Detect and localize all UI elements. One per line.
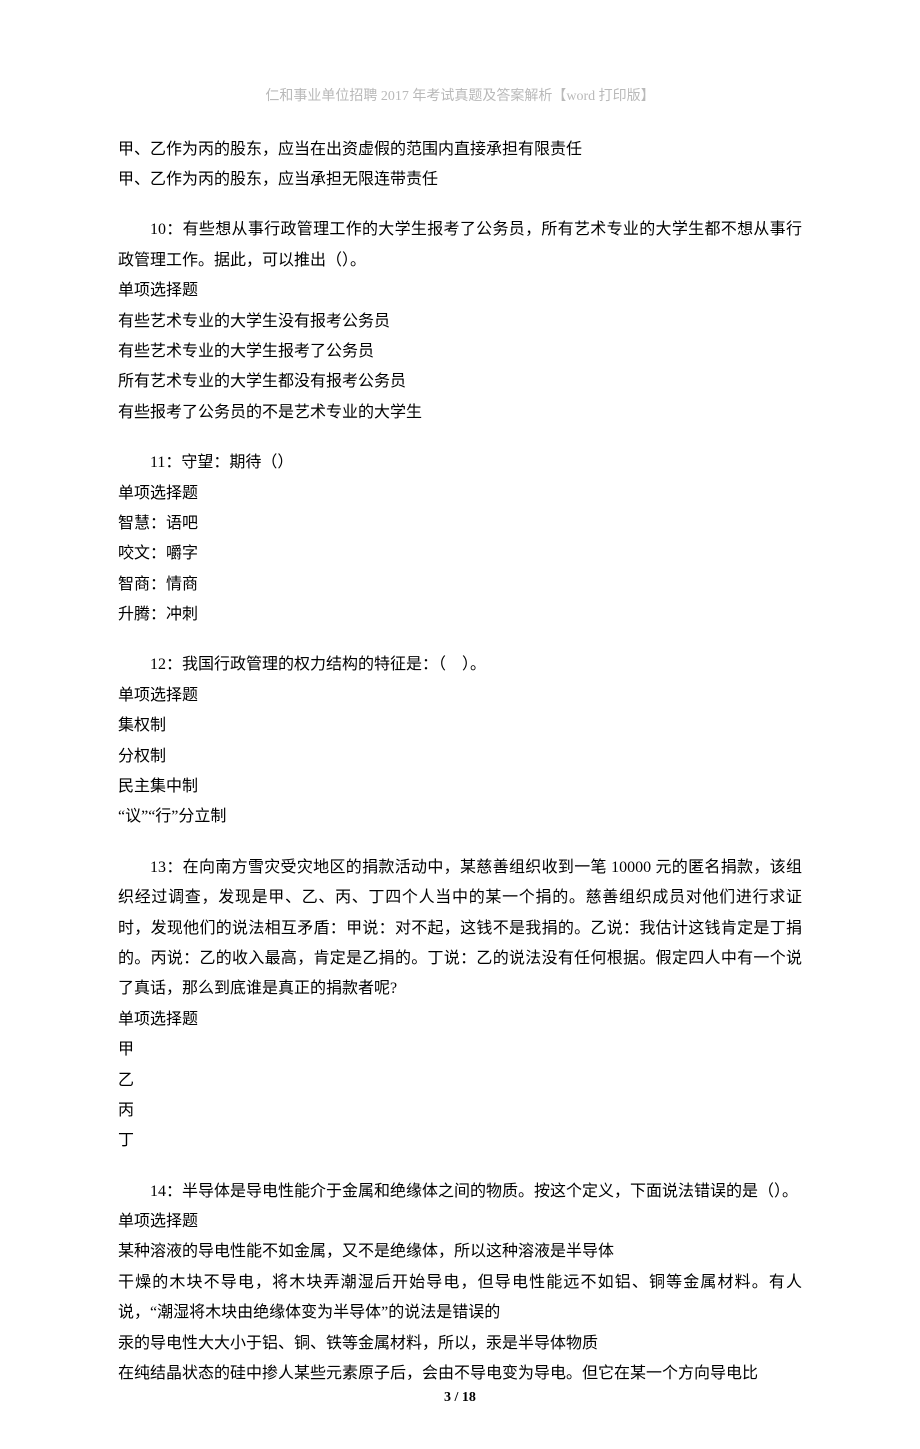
option: 集权制 [118, 711, 802, 741]
question-11: 11：守望：期待（） 单项选择题 智慧：语吧 咬文：嚼字 智商：情商 升腾：冲刺 [118, 448, 802, 630]
option: 丙 [118, 1096, 802, 1126]
option: 甲 [118, 1035, 802, 1065]
question-14: 14：半导体是导电性能介于金属和绝缘体之间的物质。按这个定义，下面说法错误的是（… [118, 1177, 802, 1390]
option: 智慧：语吧 [118, 509, 802, 539]
question-stem: 14：半导体是导电性能介于金属和绝缘体之间的物质。按这个定义，下面说法错误的是（… [118, 1177, 802, 1207]
option: 有些艺术专业的大学生报考了公务员 [118, 337, 802, 367]
question-type: 单项选择题 [118, 1005, 802, 1035]
option: 所有艺术专业的大学生都没有报考公务员 [118, 367, 802, 397]
question-13: 13：在向南方雪灾受灾地区的捐款活动中，某慈善组织收到一笔 10000 元的匿名… [118, 853, 802, 1157]
option: “议”“行”分立制 [118, 802, 802, 832]
question-10: 10：有些想从事行政管理工作的大学生报考了公务员，所有艺术专业的大学生都不想从事… [118, 215, 802, 428]
option: 某种溶液的导电性能不如金属，又不是绝缘体，所以这种溶液是半导体 [118, 1237, 802, 1267]
option: 乙 [118, 1066, 802, 1096]
prelude-line: 甲、乙作为丙的股东，应当承担无限连带责任 [118, 165, 802, 195]
option: 民主集中制 [118, 772, 802, 802]
question-type: 单项选择题 [118, 681, 802, 711]
question-type: 单项选择题 [118, 1207, 802, 1237]
question-12: 12：我国行政管理的权力结构的特征是：（ ）。 单项选择题 集权制 分权制 民主… [118, 650, 802, 832]
question-stem: 12：我国行政管理的权力结构的特征是：（ ）。 [118, 650, 802, 680]
question-type: 单项选择题 [118, 479, 802, 509]
option: 丁 [118, 1126, 802, 1156]
option: 干燥的木块不导电，将木块弄潮湿后开始导电，但导电性能远不如铝、铜等金属材料。有人… [118, 1268, 802, 1329]
question-type: 单项选择题 [118, 276, 802, 306]
page-header: 仁和事业单位招聘 2017 年考试真题及答案解析【word 打印版】 [118, 84, 802, 111]
option: 分权制 [118, 742, 802, 772]
option: 有些报考了公务员的不是艺术专业的大学生 [118, 398, 802, 428]
prelude-block: 甲、乙作为丙的股东，应当在出资虚假的范围内直接承担有限责任 甲、乙作为丙的股东，… [118, 135, 802, 196]
question-stem: 11：守望：期待（） [118, 448, 802, 478]
option: 升腾：冲刺 [118, 600, 802, 630]
question-stem: 10：有些想从事行政管理工作的大学生报考了公务员，所有艺术专业的大学生都不想从事… [118, 215, 802, 276]
option: 智商：情商 [118, 570, 802, 600]
option: 有些艺术专业的大学生没有报考公务员 [118, 307, 802, 337]
page-number: 3 / 18 [0, 1385, 920, 1412]
option: 咬文：嚼字 [118, 539, 802, 569]
page: 仁和事业单位招聘 2017 年考试真题及答案解析【word 打印版】 甲、乙作为… [0, 0, 920, 1449]
question-stem: 13：在向南方雪灾受灾地区的捐款活动中，某慈善组织收到一笔 10000 元的匿名… [118, 853, 802, 1005]
option: 汞的导电性大大小于铝、铜、铁等金属材料，所以，汞是半导体物质 [118, 1329, 802, 1359]
prelude-line: 甲、乙作为丙的股东，应当在出资虚假的范围内直接承担有限责任 [118, 135, 802, 165]
